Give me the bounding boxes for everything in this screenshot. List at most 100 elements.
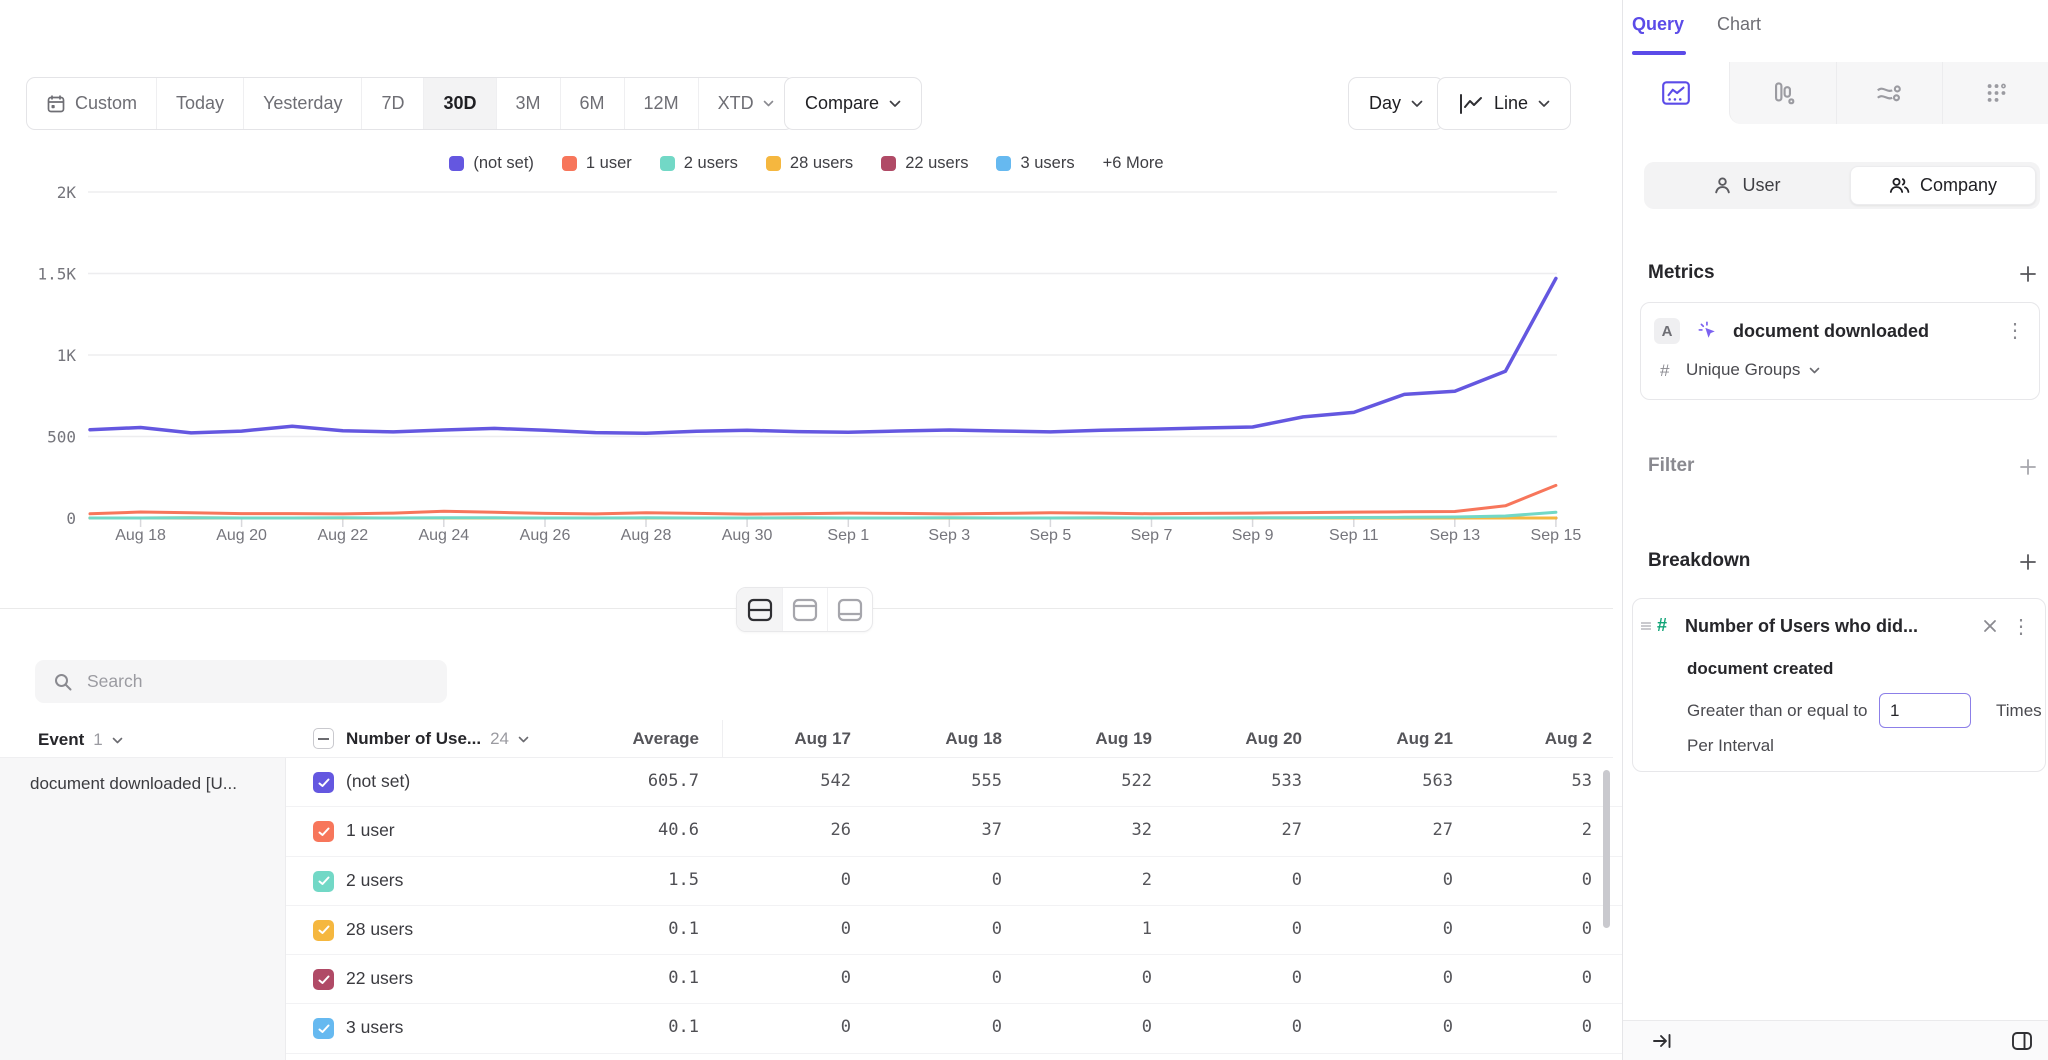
date-range-3m[interactable]: 3M	[497, 78, 561, 129]
svg-text:Aug 30: Aug 30	[722, 527, 773, 544]
cell-value: 555	[882, 771, 1002, 791]
plus-icon	[2018, 457, 2038, 477]
add-filter-button[interactable]	[2017, 456, 2039, 478]
tab-chart[interactable]: Chart	[1717, 14, 1761, 35]
close-icon[interactable]	[1983, 619, 1997, 633]
scope-toggle: User Company	[1644, 162, 2040, 209]
chevron-down-icon	[518, 736, 529, 743]
layout-split-button[interactable]	[737, 588, 782, 631]
event-column-header[interactable]: Event 1	[38, 730, 123, 750]
date-range-today[interactable]: Today	[157, 78, 244, 129]
date-range-custom[interactable]: Custom	[27, 78, 157, 129]
query-sidebar: Query Chart User Company	[1622, 0, 2048, 1060]
cell-value: 563	[1333, 771, 1453, 791]
table-row[interactable]: 3 users0.1000000	[286, 1004, 1622, 1053]
add-breakdown-button[interactable]	[2017, 551, 2039, 573]
chart-type-line[interactable]	[1623, 62, 1729, 124]
table-row[interactable]: 22 users0.1000000	[286, 955, 1622, 1004]
bottom-panel-icon	[837, 598, 863, 622]
series-label: 1 user	[346, 820, 395, 841]
event-count: 1	[93, 730, 102, 750]
event-list-item[interactable]: document downloaded [U...	[0, 758, 285, 794]
chevron-down-icon	[763, 100, 774, 107]
chart-type-selector	[1623, 62, 2048, 124]
cell-value: 0	[882, 870, 1002, 890]
chart-type-flow[interactable]	[1836, 62, 1943, 124]
average-value: 0.1	[566, 919, 699, 939]
scope-company-button[interactable]: Company	[1850, 166, 2036, 205]
series-checkbox[interactable]	[313, 1018, 334, 1039]
svg-text:2K: 2K	[57, 183, 77, 202]
breakdown-title[interactable]: Number of Users who did...	[1685, 616, 1918, 637]
cell-value: 0	[882, 968, 1002, 988]
svg-text:Aug 26: Aug 26	[520, 527, 571, 544]
event-header-label: Event	[38, 730, 84, 750]
search-box	[35, 660, 447, 703]
date-range-yesterday[interactable]: Yesterday	[244, 78, 362, 129]
date-column-header: Aug 18	[882, 729, 1002, 749]
series-checkbox[interactable]	[313, 871, 334, 892]
sidebar-footer	[1623, 1020, 2048, 1060]
chart-style-dropdown[interactable]: Line	[1437, 77, 1571, 130]
chart-type-bar[interactable]	[1729, 62, 1836, 124]
search-input[interactable]	[87, 671, 447, 692]
date-range-12m[interactable]: 12M	[625, 78, 699, 129]
date-column-header: Aug 21	[1333, 729, 1453, 749]
date-range-30d[interactable]: 30D	[424, 78, 496, 129]
svg-text:Aug 20: Aug 20	[216, 527, 267, 544]
cell-value: 2	[1032, 870, 1152, 890]
select-all-checkbox[interactable]	[313, 728, 334, 749]
cell-value: 0	[1333, 1017, 1453, 1037]
cell-value: 0	[1472, 1017, 1592, 1037]
table-scrollbar[interactable]	[1603, 770, 1610, 928]
chart-type-grid[interactable]	[1942, 62, 2048, 124]
average-value: 0.1	[566, 968, 699, 988]
compare-button[interactable]: Compare	[784, 77, 922, 130]
interval-dropdown[interactable]: Day	[1348, 77, 1444, 130]
collapse-panel-icon[interactable]	[1652, 1033, 1672, 1049]
average-value: 40.6	[566, 820, 699, 840]
cell-value: 0	[1182, 968, 1302, 988]
series-checkbox[interactable]	[313, 969, 334, 990]
breakdown-kebab-menu[interactable]: ⋮	[2011, 617, 2031, 637]
panel-toggle-icon[interactable]	[2011, 1031, 2033, 1051]
svg-text:0: 0	[66, 509, 76, 528]
measure-dropdown[interactable]: Unique Groups	[1686, 360, 1820, 380]
filter-heading: Filter	[1648, 455, 1694, 477]
cell-value: 26	[731, 820, 851, 840]
series-checkbox[interactable]	[313, 920, 334, 941]
table-row[interactable]: (not set)605.754255552253356353	[286, 758, 1622, 807]
scope-user-button[interactable]: User	[1644, 162, 1850, 209]
group-column-header[interactable]: Number of Use... 24	[346, 729, 529, 749]
user-icon	[1713, 176, 1732, 195]
date-range-xtd[interactable]: XTD	[699, 78, 793, 129]
layout-top-button[interactable]	[782, 588, 827, 631]
breakdown-condition-label[interactable]: Greater than or equal to	[1687, 701, 1868, 721]
measure-hash-icon: #	[1660, 361, 1669, 381]
cell-value: 533	[1182, 771, 1302, 791]
svg-text:Sep 7: Sep 7	[1131, 527, 1173, 544]
flow-chart-icon	[1873, 77, 1905, 109]
date-range-6m[interactable]: 6M	[561, 78, 625, 129]
svg-text:Aug 22: Aug 22	[317, 527, 368, 544]
breakdown-value-input[interactable]	[1879, 693, 1971, 728]
calendar-icon	[46, 94, 66, 114]
svg-text:Sep 11: Sep 11	[1329, 527, 1379, 544]
series-checkbox[interactable]	[313, 821, 334, 842]
tab-query[interactable]: Query	[1632, 14, 1684, 35]
metric-event-name[interactable]: document downloaded	[1733, 321, 1929, 342]
metric-kebab-menu[interactable]: ⋮	[2005, 321, 2025, 341]
cell-value: 0	[731, 1017, 851, 1037]
metric-card[interactable]: A document downloaded ⋮ # Unique Groups	[1640, 302, 2040, 400]
breakdown-card[interactable]: # Number of Users who did... ⋮ document …	[1632, 598, 2046, 772]
table-row[interactable]: 1 user40.626373227272	[286, 807, 1622, 856]
drag-handle-icon[interactable]	[1640, 621, 1652, 631]
cell-value: 0	[1472, 968, 1592, 988]
table-row[interactable]: 2 users1.5002000	[286, 857, 1622, 906]
layout-bottom-button[interactable]	[827, 588, 872, 631]
date-range-7d[interactable]: 7D	[362, 78, 424, 129]
table-row[interactable]: 28 users0.1001000	[286, 906, 1622, 955]
series-checkbox[interactable]	[313, 772, 334, 793]
breakdown-per-label[interactable]: Per Interval	[1687, 736, 1774, 756]
add-metric-button[interactable]	[2017, 263, 2039, 285]
